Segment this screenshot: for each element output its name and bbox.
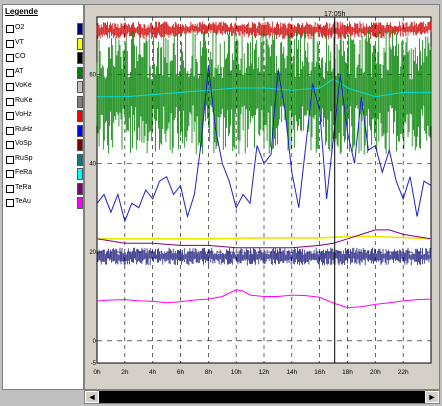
time-scrollbar[interactable]: ◄ ►	[84, 390, 440, 404]
legend-item-teau[interactable]: TeAu	[5, 197, 83, 209]
legend-color-swatch	[77, 23, 83, 35]
legend-checkbox[interactable]	[6, 68, 14, 77]
legend-item-o2[interactable]: O2	[5, 23, 83, 35]
legend-color-swatch	[77, 182, 83, 195]
y-tick-label: 0	[93, 339, 97, 345]
x-tick-label: 0h	[93, 369, 101, 376]
legend-checkbox[interactable]	[6, 170, 14, 178]
app-window: Legende O2 VT CO AT VoKe RuKe VoHz RuHz VoSp RuSp…	[0, 0, 442, 406]
legend-label: RuKe	[15, 96, 33, 104]
legend-color-swatch	[77, 139, 83, 151]
line-chart: 17:05h -5 0 20 40 60 0h 2h 4h 6h 8h 10h 12h 14h 16h 18h…	[89, 11, 432, 376]
legend-label: AT	[15, 67, 24, 75]
legend-label: VoHz	[15, 111, 32, 118]
legend-checkbox[interactable]	[6, 83, 14, 91]
legend-color-swatch	[77, 197, 83, 209]
legend-item-fera[interactable]: FeRa	[5, 168, 83, 180]
legend-checkbox[interactable]	[6, 155, 14, 164]
scroll-left-arrow-icon[interactable]: ◄	[85, 391, 99, 403]
legend-item-co[interactable]: CO	[5, 52, 83, 64]
x-tick-label: 14h	[286, 369, 297, 376]
x-tick-label: 16h	[314, 369, 325, 376]
legend-color-swatch	[77, 168, 83, 180]
x-tick-label: 10h	[231, 369, 242, 376]
legend-label: RuSp	[15, 154, 33, 162]
y-tick-label: 40	[89, 161, 96, 167]
x-tick-label: 4h	[149, 369, 157, 376]
x-tick-label: 8h	[205, 369, 213, 376]
x-tick-label: 6h	[177, 369, 185, 376]
legend-color-swatch	[77, 124, 83, 137]
legend-color-swatch	[77, 66, 83, 79]
scroll-right-arrow-icon[interactable]: ►	[425, 391, 439, 403]
legend-color-swatch	[77, 81, 83, 93]
legend-label: TeRa	[15, 183, 32, 191]
legend-color-swatch	[77, 110, 83, 122]
legend-item-vt[interactable]: VT	[5, 37, 83, 50]
legend-label: VT	[15, 38, 24, 46]
legend-checkbox[interactable]	[6, 141, 14, 149]
legend-item-vosp[interactable]: VoSp	[5, 139, 83, 151]
x-tick-label: 12h	[259, 369, 270, 376]
legend-color-swatch	[77, 153, 83, 166]
legend-color-swatch	[77, 95, 83, 108]
y-tick-label: 20	[89, 250, 96, 256]
legend-color-swatch	[77, 52, 83, 64]
legend-color-swatch	[77, 37, 83, 50]
x-tick-label: 2h	[121, 369, 129, 376]
legend-item-voke[interactable]: VoKe	[5, 81, 83, 93]
legend-checkbox[interactable]	[6, 112, 14, 120]
legend-panel: Legende O2 VT CO AT VoKe RuKe VoHz RuHz VoSp RuSp…	[2, 4, 84, 390]
x-tick-label: 22h	[398, 369, 409, 376]
x-tick-label: 20h	[370, 369, 381, 376]
legend-label: FeRa	[15, 169, 33, 176]
legend-checkbox[interactable]	[6, 199, 14, 207]
legend-item-vohz[interactable]: VoHz	[5, 110, 83, 122]
y-tick-label: 60	[89, 73, 96, 79]
legend-label: VoSp	[15, 140, 32, 147]
legend-label: TeAu	[15, 198, 31, 205]
legend-item-at[interactable]: AT	[5, 66, 83, 79]
time-cursor-label: 17:05h	[324, 11, 346, 18]
legend-checkbox[interactable]	[6, 184, 14, 193]
legend-label: O2	[15, 24, 25, 31]
legend-label: VoKe	[15, 82, 32, 89]
scrollbar-track[interactable]	[99, 391, 425, 403]
legend-title: Legende	[5, 7, 38, 16]
x-tick-label: 18h	[342, 369, 353, 376]
y-tick-label: -5	[91, 361, 97, 367]
legend-item-rusp[interactable]: RuSp	[5, 153, 83, 166]
legend-checkbox[interactable]	[6, 97, 14, 106]
legend-item-ruhz[interactable]: RuHz	[5, 124, 83, 137]
legend-checkbox[interactable]	[6, 54, 14, 62]
legend-item-tera[interactable]: TeRa	[5, 182, 83, 195]
legend-checkbox[interactable]	[6, 126, 14, 135]
legend-checkbox[interactable]	[6, 25, 14, 33]
legend-checkbox[interactable]	[6, 39, 14, 48]
legend-label: CO	[15, 53, 26, 60]
legend-label: RuHz	[15, 125, 33, 133]
chart-panel: 17:05h -5 0 20 40 60 0h 2h 4h 6h 8h 10h 12h 14h 16h 18h…	[84, 4, 440, 390]
legend-item-ruke[interactable]: RuKe	[5, 95, 83, 108]
